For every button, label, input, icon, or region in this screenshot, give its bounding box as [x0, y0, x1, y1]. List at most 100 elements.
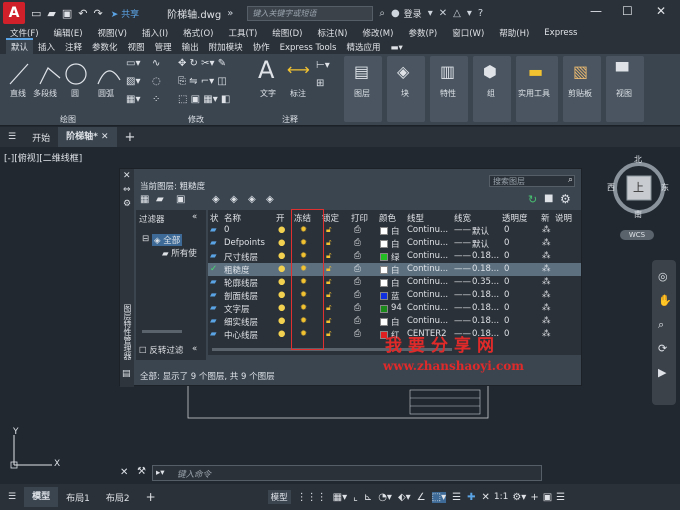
printer-icon[interactable]: ⎙: [354, 316, 361, 326]
orbit-icon[interactable]: ⟳: [658, 342, 667, 355]
col-description[interactable]: 说明: [555, 212, 572, 224]
viewcube-west[interactable]: 西: [607, 182, 615, 193]
object-snap-icon[interactable]: ⬚▾: [431, 491, 447, 503]
lightbulb-icon[interactable]: ●: [278, 264, 285, 274]
menu-express[interactable]: Express: [544, 28, 577, 38]
printer-icon[interactable]: ⎙: [354, 264, 361, 274]
layer-name[interactable]: 细实线层: [224, 316, 258, 328]
vp-freeze-icon[interactable]: ⁂: [542, 225, 551, 235]
showmotion-icon[interactable]: ▶: [658, 366, 666, 379]
collapse-filter-bottom-icon[interactable]: «: [192, 344, 197, 354]
open-folder-icon[interactable]: ▰: [47, 7, 55, 20]
color-swatch[interactable]: [380, 279, 388, 287]
lock-icon[interactable]: 🔓︎: [326, 290, 332, 300]
lineweight-value[interactable]: 0.35...: [472, 277, 499, 287]
arc-button[interactable]: 圆弧: [98, 88, 114, 99]
stop-icon[interactable]: ■: [544, 193, 553, 204]
layer-name[interactable]: 文字层: [224, 303, 250, 315]
new-file-icon[interactable]: ▭: [31, 7, 41, 20]
customization-icon[interactable]: ☰: [556, 492, 565, 503]
menu-window[interactable]: 窗口(W): [452, 27, 484, 39]
command-input[interactable]: 键入命令: [177, 468, 211, 480]
tab-annotate[interactable]: 注释: [60, 40, 87, 54]
minimize-icon[interactable]: —: [590, 4, 602, 18]
line-button[interactable]: 直线: [10, 88, 26, 99]
cart-icon[interactable]: ▾: [428, 8, 433, 19]
col-lineweight[interactable]: 线宽: [454, 212, 471, 224]
lock-icon[interactable]: 🔓︎: [326, 277, 332, 287]
search-icon[interactable]: ⌕: [568, 175, 573, 185]
ortho-icon[interactable]: ⊾: [364, 492, 372, 503]
tab-insert[interactable]: 插入: [33, 40, 60, 54]
lock-icon[interactable]: 🔓︎: [326, 316, 332, 326]
lock-icon[interactable]: 🔓︎: [326, 251, 332, 261]
lineweight-value[interactable]: 0.18...: [472, 316, 499, 326]
wcs-menu[interactable]: WCS: [620, 230, 654, 240]
transparency-value[interactable]: 0: [504, 264, 509, 274]
transparency-value[interactable]: 0: [504, 225, 509, 235]
menu-insert[interactable]: 插入(I): [142, 27, 168, 39]
table-row[interactable]: ▰ 剖面线层 ● ✹ 🔓︎ ⎙ 蓝 Continu... —— 0.18... 0 ⁂: [208, 289, 581, 302]
autocad-logo[interactable]: A: [3, 2, 25, 24]
tab-model[interactable]: 模型: [24, 487, 59, 507]
tab-express-tools[interactable]: Express Tools: [275, 42, 342, 54]
text-icon[interactable]: A: [258, 56, 274, 84]
printer-icon[interactable]: ⎙: [354, 303, 361, 313]
filter-all-used[interactable]: ▰ 所有使: [162, 247, 197, 259]
table-row[interactable]: ▰ 细实线层 ● ✹ 🔓︎ ⎙ 白 Continu... —— 0.18... 0 ⁂: [208, 315, 581, 328]
close-tab-icon[interactable]: ✕: [101, 132, 109, 142]
tab-drawing[interactable]: 阶梯轴* ✕: [58, 127, 117, 147]
polyline-button[interactable]: 多段线: [33, 88, 57, 99]
vp-freeze-icon[interactable]: ⁂: [542, 264, 551, 274]
delete-layer-icon[interactable]: ◈: [248, 194, 256, 205]
menu-modify[interactable]: 修改(M): [362, 27, 393, 39]
printer-icon[interactable]: ⎙: [354, 277, 361, 287]
transparency-value[interactable]: 0: [504, 303, 509, 313]
snap-icon[interactable]: ▦▾: [333, 492, 347, 503]
lock-icon[interactable]: 🔓︎: [326, 264, 332, 274]
pin-icon[interactable]: ⇔: [123, 185, 131, 195]
linetype-value[interactable]: Continu...: [407, 251, 448, 261]
group-modify-label[interactable]: 修改: [188, 114, 204, 125]
spline-icon[interactable]: ∿: [152, 58, 160, 69]
tab-default[interactable]: 默认: [6, 38, 34, 54]
close-command-icon[interactable]: ✕: [120, 467, 128, 478]
col-lock[interactable]: 锁定: [322, 212, 339, 224]
linetype-value[interactable]: Continu...: [407, 316, 448, 326]
circle-button[interactable]: 圆: [71, 88, 79, 99]
annotation-visibility-icon[interactable]: ✚: [467, 492, 475, 503]
grid-icon[interactable]: ⋮⋮⋮: [297, 492, 327, 503]
printer-icon[interactable]: ⎙: [354, 225, 361, 235]
col-color[interactable]: 颜色: [379, 212, 396, 224]
vp-freeze-icon[interactable]: ⁂: [542, 303, 551, 313]
vp-freeze-icon[interactable]: ⁂: [542, 316, 551, 326]
tab-collaborate[interactable]: 协作: [248, 40, 275, 54]
view-panel-button[interactable]: ▀ 视图: [606, 56, 644, 122]
stretch-icon[interactable]: ⬚ ▣ ▦▾ ◧: [178, 94, 230, 105]
tab-output[interactable]: 输出: [177, 40, 204, 54]
table-row[interactable]: ✓ 粗糙度 ● ✹ 🔓︎ ⎙ 白 Continu... —— 0.18... 0 ⁂: [208, 263, 581, 276]
leader-icon[interactable]: ⊢▾: [316, 60, 330, 71]
lightbulb-icon[interactable]: ●: [278, 316, 285, 326]
linetype-value[interactable]: Continu...: [407, 290, 448, 300]
menu-edit[interactable]: 编辑(E): [54, 27, 83, 39]
transparency-value[interactable]: 0: [504, 238, 509, 248]
transparency-value[interactable]: 0: [504, 316, 509, 326]
layout-menu-icon[interactable]: ☰: [0, 492, 24, 502]
lineweight-value[interactable]: 0.18...: [472, 290, 499, 300]
printer-icon[interactable]: ⎙: [354, 251, 361, 261]
transparency-value[interactable]: 0: [504, 329, 509, 339]
polar-icon[interactable]: ◔▾: [378, 492, 392, 503]
lineweight-value[interactable]: 默认: [472, 225, 489, 237]
command-line[interactable]: ▸▾ 键入命令: [152, 465, 542, 481]
linetype-value[interactable]: Continu...: [407, 303, 448, 313]
lineweight-icon[interactable]: ☰: [452, 492, 461, 503]
maximize-icon[interactable]: ☐: [622, 4, 633, 18]
pan-icon[interactable]: ✋: [658, 294, 672, 307]
viewcube-north[interactable]: 北: [634, 154, 642, 165]
col-status[interactable]: 状: [210, 212, 219, 224]
refresh-icon[interactable]: ↻: [528, 193, 537, 206]
close-palette-icon[interactable]: ✕: [123, 171, 131, 181]
col-on[interactable]: 开: [276, 212, 285, 224]
menu-format[interactable]: 格式(O): [183, 27, 213, 39]
